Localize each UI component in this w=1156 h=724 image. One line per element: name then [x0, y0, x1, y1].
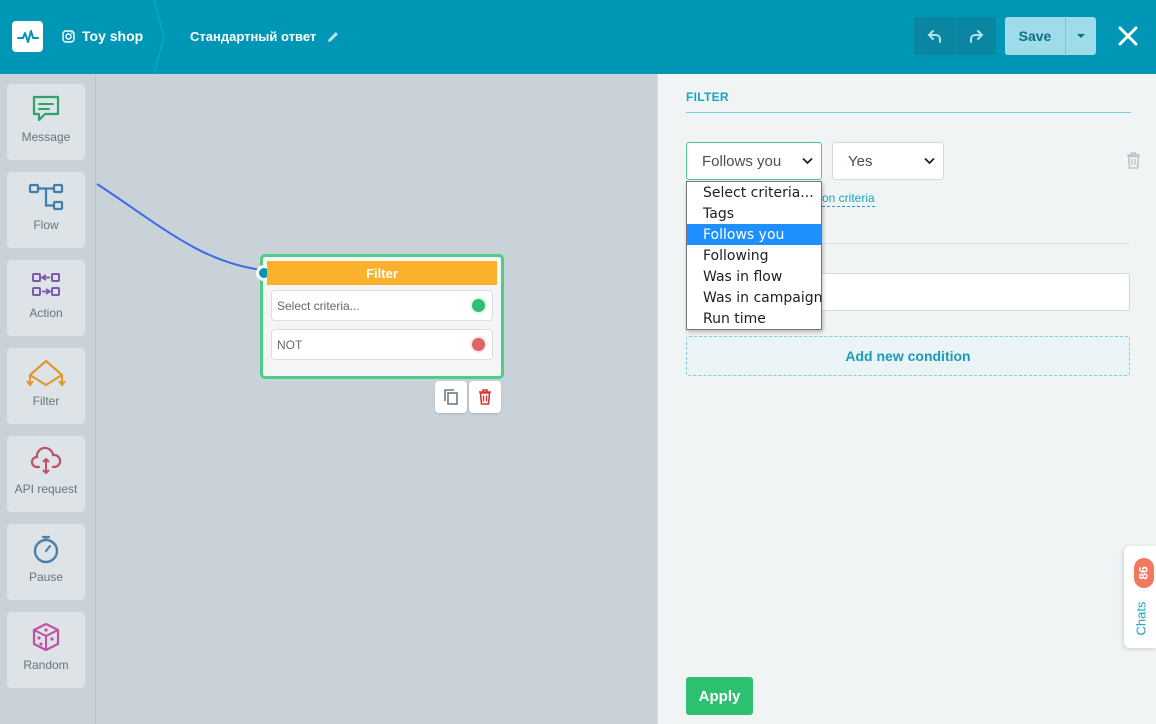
redo-icon — [970, 30, 984, 43]
panel-title-underline — [686, 112, 1131, 113]
caret-down-icon — [1077, 34, 1085, 38]
tool-flow[interactable]: Flow — [7, 172, 85, 248]
redo-button[interactable] — [955, 17, 996, 55]
node-not-row[interactable]: NOT — [271, 329, 493, 360]
chats-widget[interactable]: 86 Chats — [1124, 546, 1156, 648]
criteria-link[interactable]: on criteria — [822, 191, 875, 207]
delete-node-button[interactable] — [469, 381, 501, 413]
undo-button[interactable] — [914, 17, 955, 55]
node-not-text: NOT — [277, 337, 303, 352]
action-icon — [32, 273, 60, 296]
api-request-icon — [30, 446, 62, 475]
pulse-icon — [16, 29, 39, 43]
node-title: Filter — [267, 261, 497, 285]
chevron-down-icon — [802, 157, 813, 165]
dropdown-option[interactable]: Run time — [687, 308, 821, 329]
flow-canvas[interactable] — [97, 74, 657, 724]
trash-icon — [479, 389, 491, 405]
chevron-down-icon — [924, 157, 935, 165]
tool-label: Filter — [32, 394, 60, 408]
tool-api-request[interactable]: API request — [7, 436, 85, 512]
node-criteria-text: Select criteria... — [277, 298, 360, 313]
flow-icon — [28, 183, 64, 211]
tool-random[interactable]: Random — [7, 612, 85, 688]
close-icon[interactable] — [1116, 24, 1140, 48]
condition-value-select[interactable]: Yes — [832, 142, 944, 180]
dropdown-option[interactable]: Was in campaign — [687, 287, 823, 308]
filter-icon — [26, 359, 66, 387]
breadcrumb-separator — [153, 0, 165, 74]
shop-breadcrumb[interactable]: Toy shop — [62, 28, 143, 44]
app-logo[interactable] — [12, 21, 43, 52]
copy-node-button[interactable] — [435, 381, 467, 413]
dropdown-option[interactable]: Was in flow — [687, 266, 821, 287]
edit-pencil-icon[interactable] — [326, 30, 340, 44]
tool-label: Flow — [33, 218, 59, 232]
copy-icon — [444, 389, 458, 405]
tool-action[interactable]: Action — [7, 260, 85, 336]
chats-label: Chats — [1133, 601, 1149, 635]
tool-label: API request — [14, 482, 78, 496]
undo-icon — [927, 30, 941, 43]
dropdown-option-selected[interactable]: Follows you — [687, 224, 821, 245]
delete-condition-icon[interactable] — [1126, 152, 1141, 169]
criteria-dropdown-list: Select criteria... Tags Follows you Foll… — [686, 181, 823, 330]
random-icon — [32, 622, 60, 652]
undo-redo-group — [914, 17, 996, 55]
tool-label: Message — [21, 130, 71, 144]
tool-label: Random — [23, 658, 69, 672]
top-header: Toy shop Стандартный ответ Save — [0, 0, 1156, 74]
tool-pause[interactable]: Pause — [7, 524, 85, 600]
save-group: Save — [1005, 17, 1096, 55]
add-condition-button[interactable]: Add new condition — [686, 336, 1130, 376]
condition-value-text: Yes — [848, 152, 873, 170]
filter-node[interactable]: Filter Select criteria... NOT — [256, 254, 504, 379]
save-button[interactable]: Save — [1005, 17, 1065, 55]
shop-name: Toy shop — [82, 28, 144, 44]
tool-message[interactable]: Message — [7, 84, 85, 160]
panel-title: FILTER — [686, 90, 729, 104]
dropdown-option[interactable]: Select criteria... — [687, 182, 821, 203]
tool-label: Pause — [28, 570, 64, 584]
save-options-button[interactable] — [1065, 17, 1096, 55]
criteria-select[interactable]: Follows you — [686, 142, 822, 180]
criteria-select-value: Follows you — [702, 152, 782, 170]
tool-label: Action — [29, 306, 63, 320]
dropdown-option[interactable]: Tags — [687, 203, 821, 224]
flow-title[interactable]: Стандартный ответ — [190, 29, 340, 44]
node-toolbar: Message Flow Action Filter API request P… — [0, 74, 96, 724]
false-output-port[interactable] — [472, 338, 485, 351]
chats-count-badge: 86 — [1134, 558, 1154, 588]
apply-button[interactable]: Apply — [686, 677, 753, 715]
chats-count: 86 — [1136, 566, 1151, 580]
tool-filter[interactable]: Filter — [7, 348, 85, 424]
node-criteria-row[interactable]: Select criteria... — [271, 290, 493, 321]
instagram-icon — [62, 29, 75, 43]
message-icon — [32, 95, 60, 122]
dropdown-option[interactable]: Following — [687, 245, 821, 266]
chats-label-wrap: Chats — [1130, 598, 1152, 638]
pause-icon — [33, 535, 59, 564]
true-output-port[interactable] — [472, 299, 485, 312]
flow-title-text: Стандартный ответ — [190, 29, 317, 44]
